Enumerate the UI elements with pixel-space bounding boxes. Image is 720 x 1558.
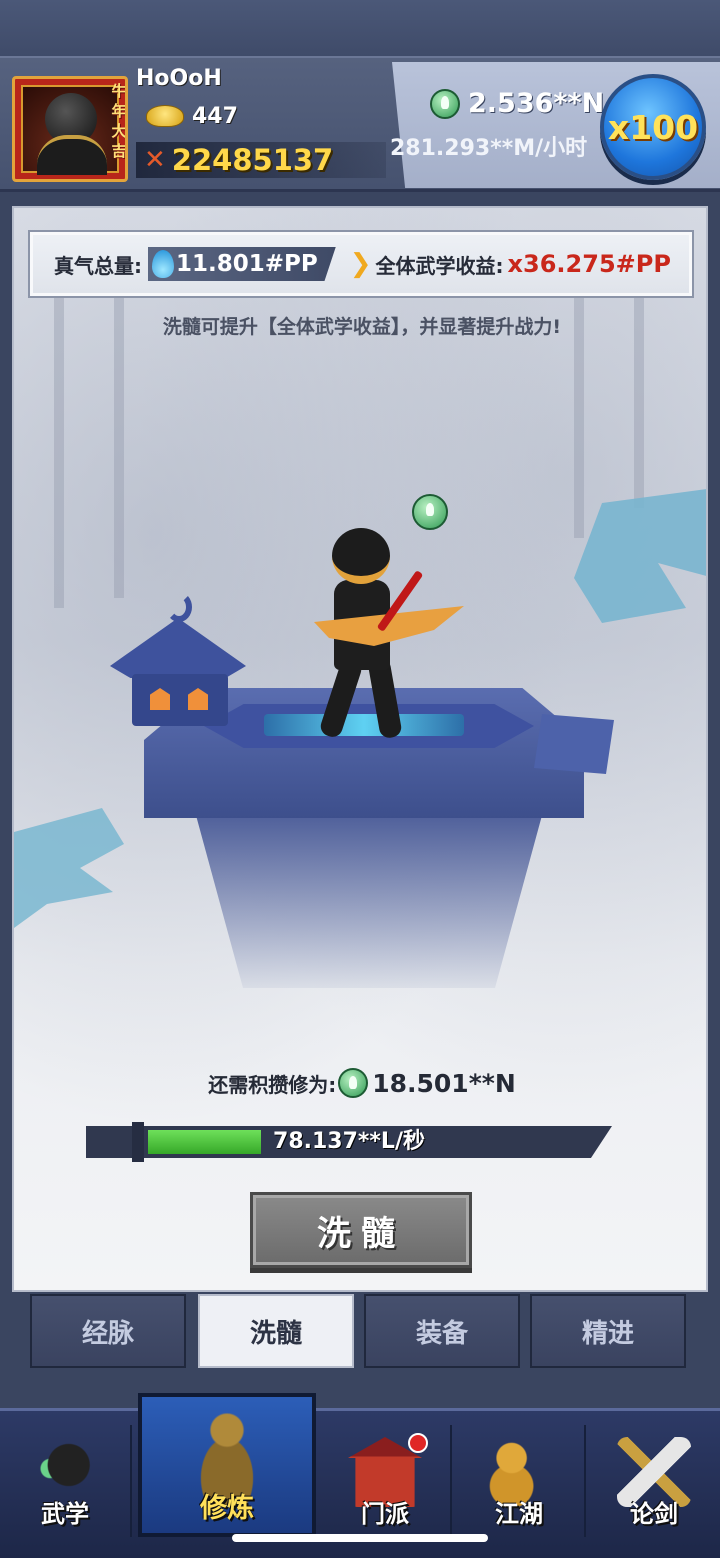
sub-tab-bar: 经脉 洗髓 装备 精进 bbox=[30, 1294, 690, 1368]
bamboo-stalk bbox=[634, 268, 644, 508]
gold-counter: 447 bbox=[146, 100, 376, 132]
nav-duel[interactable]: 论剑 bbox=[588, 1425, 720, 1537]
character-hat bbox=[332, 528, 390, 584]
refine-hint: 洗髓可提升【全体武学收益】，并显著提升战力! bbox=[162, 316, 562, 338]
gain-value: x36.275#PP bbox=[507, 250, 671, 278]
year-badge: 牛年大吉 bbox=[111, 82, 127, 160]
refine-button[interactable]: 洗髓 bbox=[250, 1192, 472, 1268]
requirement-label: 还需积攒修为: bbox=[208, 1072, 337, 1097]
notification-badge bbox=[408, 1433, 428, 1453]
status-bar bbox=[0, 0, 720, 56]
requirement-row: 还需积攒修为: 18.501**N bbox=[14, 1068, 706, 1098]
nav-martial-arts[interactable]: 武学 bbox=[0, 1425, 132, 1537]
top-header: 牛年大吉 HoOoH 447 ✕ 22485137 2.536**N 281.2… bbox=[0, 56, 720, 192]
jade-collect-icon bbox=[412, 494, 448, 530]
avatar-body-icon bbox=[37, 135, 107, 175]
tab-label: 经脉 bbox=[81, 1318, 134, 1349]
bamboo-stalk bbox=[114, 298, 124, 598]
qi-total-value: 11.801#PP bbox=[176, 251, 318, 277]
nav-label: 门派 bbox=[361, 1500, 409, 1528]
crossed-swords-icon: ✕ bbox=[144, 145, 166, 175]
combat-power: ✕ 22485137 bbox=[136, 142, 386, 178]
requirement-value: 18.501**N bbox=[372, 1068, 516, 1098]
blue-flame-icon bbox=[152, 250, 174, 278]
tab-equipment[interactable]: 装备 bbox=[364, 1294, 520, 1368]
gain-label: 全体武学收益: bbox=[375, 253, 504, 278]
rock-pillar bbox=[194, 808, 544, 988]
jade-cultivation-icon bbox=[430, 88, 460, 119]
tab-advance[interactable]: 精进 bbox=[530, 1294, 686, 1368]
lantern-moon-icon bbox=[166, 592, 192, 622]
tab-meridians[interactable]: 经脉 bbox=[30, 1294, 186, 1368]
progress-rate: 78.137**L/秒 bbox=[273, 1129, 425, 1154]
ninja-character bbox=[304, 528, 464, 748]
jade-cultivation-icon bbox=[338, 1068, 369, 1098]
qi-total-label: 真气总量: bbox=[54, 253, 142, 278]
refine-button-label: 洗髓 bbox=[317, 1213, 405, 1254]
cultivation-counter: 2.536**N bbox=[430, 88, 604, 119]
cultivation-value: 2.536**N bbox=[468, 88, 605, 119]
side-rock bbox=[534, 714, 614, 774]
cultivation-rate: 281.293**M/小时 bbox=[390, 136, 588, 161]
nav-label: 修炼 bbox=[200, 1493, 254, 1524]
qi-total-box: 11.801#PP bbox=[148, 247, 336, 281]
multiplier-button[interactable]: x100 bbox=[600, 74, 706, 180]
nav-sect[interactable]: 门派 bbox=[320, 1425, 452, 1537]
tab-label: 洗髓 bbox=[249, 1318, 302, 1349]
nav-label: 论剑 bbox=[630, 1500, 678, 1528]
multiplier-label: x100 bbox=[607, 107, 699, 147]
player-name: HoOoH bbox=[136, 66, 222, 91]
nav-label: 江湖 bbox=[495, 1500, 543, 1528]
power-value: 22485137 bbox=[171, 143, 334, 177]
avatar-portrait bbox=[21, 85, 119, 175]
player-avatar[interactable]: 牛年大吉 bbox=[12, 76, 128, 182]
home-indicator[interactable] bbox=[232, 1534, 488, 1542]
qi-summary: 真气总量: 11.801#PP ❯ 全体武学收益: x36.275#PP bbox=[28, 230, 694, 298]
stone-lantern bbox=[132, 674, 228, 726]
tab-label: 装备 bbox=[415, 1318, 468, 1349]
floating-jade[interactable] bbox=[412, 494, 448, 530]
tab-label: 精进 bbox=[581, 1318, 634, 1349]
double-arrow-icon: ❯ bbox=[349, 249, 372, 279]
refine-panel: 真气总量: 11.801#PP ❯ 全体武学收益: x36.275#PP 洗髓可… bbox=[12, 206, 708, 1292]
gold-ingot-icon bbox=[146, 105, 184, 127]
cultivation-progress: 78.137**L/秒 bbox=[86, 1122, 612, 1162]
gold-value: 447 bbox=[192, 103, 238, 129]
nav-cultivate[interactable]: 修炼 bbox=[138, 1393, 316, 1537]
tab-refine[interactable]: 洗髓 bbox=[198, 1294, 354, 1368]
nav-jianghu[interactable]: 江湖 bbox=[454, 1425, 586, 1537]
nav-label: 武学 bbox=[41, 1500, 89, 1528]
